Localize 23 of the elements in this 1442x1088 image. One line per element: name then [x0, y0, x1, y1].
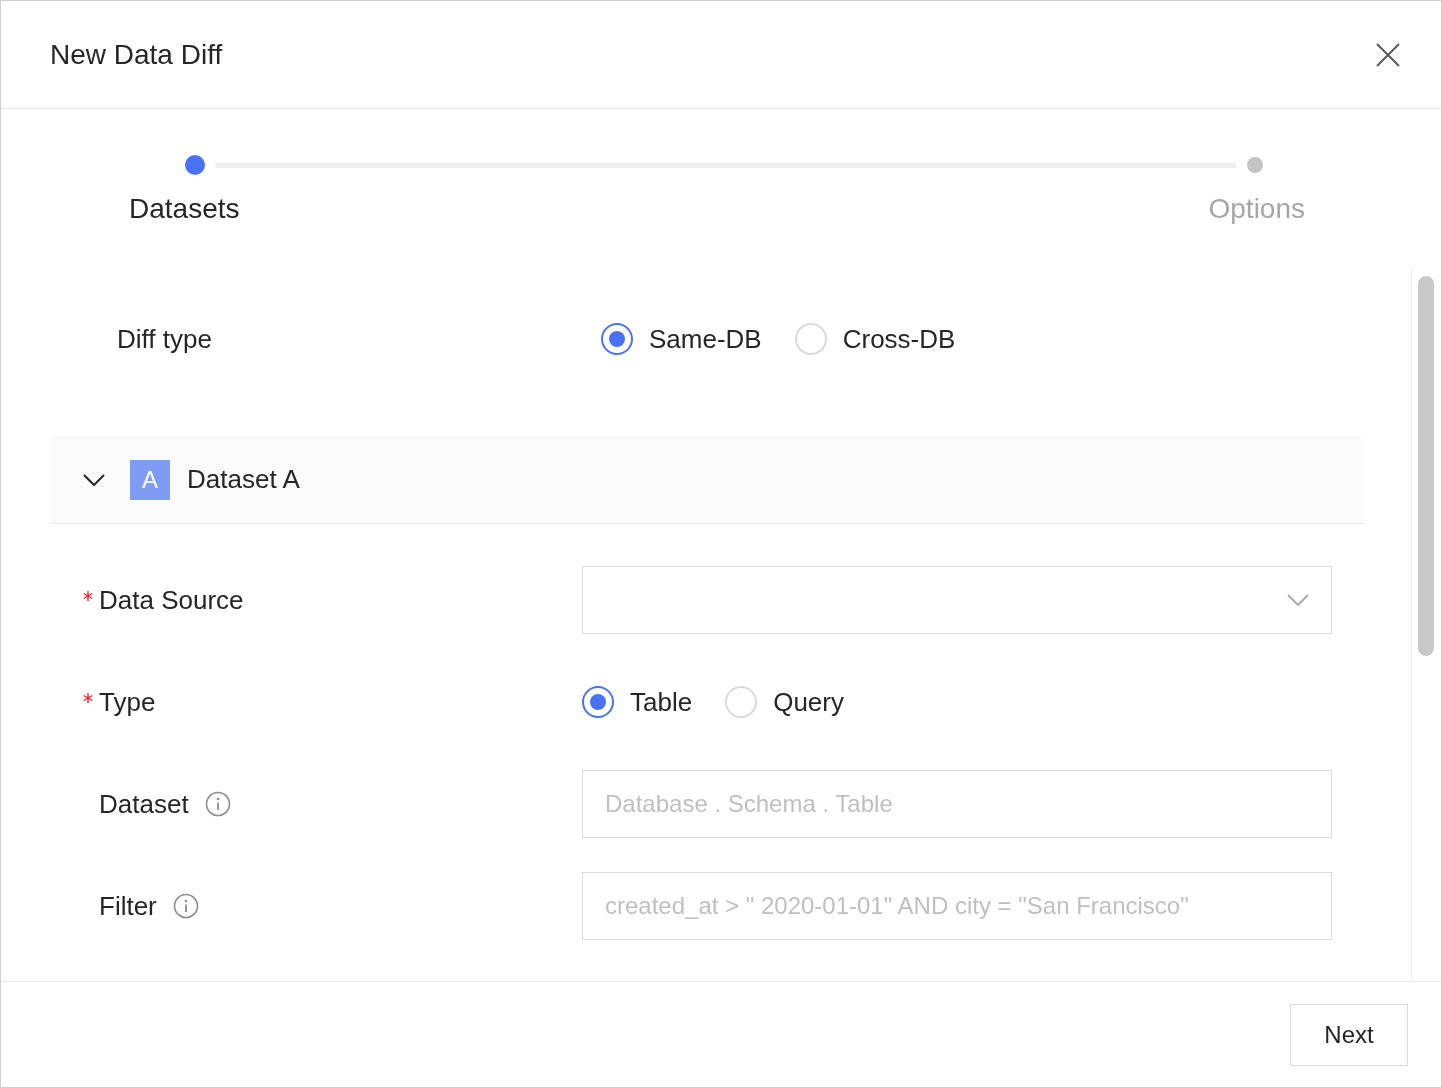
radio-option[interactable]: Table [582, 686, 693, 718]
field-label: Filter [99, 890, 157, 922]
field-label: Diff type [116, 323, 213, 355]
radio-option[interactable]: Query [725, 686, 844, 718]
chevron-down-icon [1287, 594, 1309, 606]
next-button[interactable]: Next [1290, 1003, 1408, 1066]
select-field[interactable] [582, 566, 1332, 634]
field-label: Dataset [99, 788, 189, 820]
radio-option[interactable]: Same-DB [601, 323, 762, 355]
radio-icon[interactable] [601, 323, 633, 355]
field-label: Data Source [99, 584, 244, 616]
scrollbar-thumb[interactable] [1418, 276, 1434, 656]
radio-option[interactable]: Cross-DB [794, 323, 956, 355]
dataset-badge: A [130, 459, 170, 500]
input-field[interactable]: Database . Schema . Table [582, 770, 1332, 838]
dialog-title: New Data Diff [50, 38, 223, 71]
close-button[interactable] [1375, 41, 1401, 68]
section-header[interactable]: A Dataset A [50, 436, 1364, 524]
input-field[interactable]: created_at > " 2020-01-01" AND city = "San Francisco" [582, 872, 1332, 940]
step-label[interactable]: Datasets [129, 193, 240, 225]
section-title: Dataset A [187, 464, 300, 495]
radio-icon[interactable] [582, 686, 614, 718]
field-label: Type [99, 686, 156, 718]
